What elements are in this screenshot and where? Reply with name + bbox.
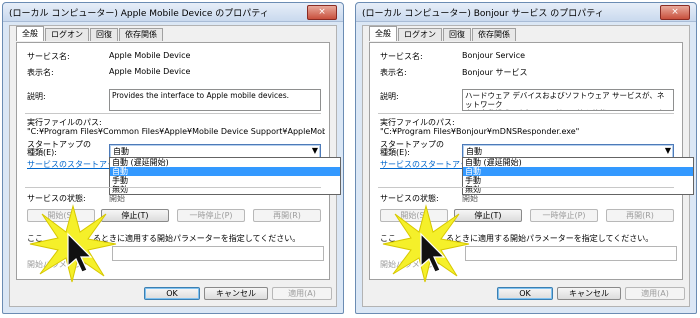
tab-logon[interactable]: ログオン [45,28,89,41]
chevron-down-icon: ▼ [311,146,318,155]
service-status-label: サービスの状態: [27,194,86,203]
service-name-value: Bonjour Service [462,51,526,60]
display-name-value: Bonjour サービス [462,68,528,77]
cancel-button[interactable]: キャンセル [557,287,621,300]
divider [378,113,674,114]
start-parameters-input[interactable] [112,246,324,261]
startup-type-label: スタートアップの 種類(E): [27,140,91,157]
ok-button[interactable]: OK [144,287,200,300]
startup-type-label: スタートアップの 種類(E): [380,140,444,157]
close-icon: × [318,7,326,17]
service-name-value: Apple Mobile Device [109,51,191,60]
service-status-label: サービスの状態: [380,194,439,203]
tab-general[interactable]: 全般 [369,26,397,41]
service-name-label: サービス名: [27,52,70,61]
click-burst-icon [382,204,470,283]
tab-logon[interactable]: ログオン [398,28,442,41]
tab-recovery[interactable]: 回復 [90,28,118,41]
param-hint: るときに適用する開始パラメーターを指定してください。 [446,234,654,243]
startup-type-dropdown: 自動 (遅延開始) 自動 手動 無効 [462,157,694,195]
startup-option[interactable]: 手動 [463,176,693,185]
click-burst-icon [29,204,117,283]
startup-option[interactable]: 自動 [110,167,340,176]
title-bar: (ローカル コンピューター) Apple Mobile Device のプロパテ… [3,3,343,22]
startup-type-dropdown: 自動 (遅延開始) 自動 手動 無効 [109,157,341,195]
properties-dialog-apple-mobile-device: (ローカル コンピューター) Apple Mobile Device のプロパテ… [2,2,344,314]
service-name-label: サービス名: [380,52,423,61]
tab-general[interactable]: 全般 [16,26,44,41]
window-title: (ローカル コンピューター) Bonjour サービス のプロパティ [362,9,604,19]
close-button[interactable]: × [660,5,690,20]
display-name-label: 表示名: [27,68,54,77]
startup-type-value: 自動 [466,147,482,156]
exe-path-value: "C:¥Program Files¥Common Files¥Apple¥Mob… [27,127,325,136]
param-hint: るときに適用する開始パラメーターを指定してください。 [93,234,301,243]
title-bar: (ローカル コンピューター) Bonjour サービス のプロパティ × [356,3,696,22]
description-label: 説明: [380,92,399,101]
window-title: (ローカル コンピューター) Apple Mobile Device のプロパテ… [9,9,269,19]
tab-dependencies[interactable]: 依存関係 [119,28,163,41]
description-box[interactable]: Provides the interface to Apple mobile d… [109,89,321,111]
close-button[interactable]: × [307,5,337,20]
startup-option[interactable]: 自動 (遅延開始) [463,158,693,167]
service-status-value: 開始 [462,194,478,203]
startup-option[interactable]: 手動 [110,176,340,185]
tab-strip: 全般 ログオン 回復 依存関係 [369,26,517,42]
display-name-value: Apple Mobile Device [109,67,191,76]
apply-button[interactable]: 適用(A) [272,287,332,300]
dialog-body: 全般 ログオン 回復 依存関係 サービス名: Apple Mobile Devi… [9,25,341,307]
display-name-label: 表示名: [380,68,407,77]
exe-path-value: "C:¥Program Files¥Bonjour¥mDNSResponder.… [380,127,580,136]
startup-option[interactable]: 自動 (遅延開始) [110,158,340,167]
close-icon: × [671,7,679,17]
description-label: 説明: [27,92,46,101]
divider [25,187,321,188]
properties-dialog-bonjour: (ローカル コンピューター) Bonjour サービス のプロパティ × 全般 … [355,2,697,314]
ok-button[interactable]: OK [497,287,553,300]
startup-type-value: 自動 [113,147,129,156]
tab-strip: 全般 ログオン 回復 依存関係 [16,26,164,42]
pause-button[interactable]: 一時停止(P) [177,209,245,222]
pause-button[interactable]: 一時停止(P) [530,209,598,222]
service-status-value: 開始 [109,194,125,203]
resume-button[interactable]: 再開(R) [253,209,321,222]
start-parameters-input[interactable] [465,246,677,261]
resume-button[interactable]: 再開(R) [606,209,674,222]
startup-option[interactable]: 自動 [463,167,693,176]
tab-dependencies[interactable]: 依存関係 [472,28,516,41]
description-box[interactable]: ハードウェア デバイスおよびソフトウェア サービスが、ネットワーク 上で自動構成… [462,89,674,111]
cancel-button[interactable]: キャンセル [204,287,268,300]
chevron-down-icon: ▼ [664,146,671,155]
apply-button[interactable]: 適用(A) [625,287,685,300]
tab-recovery[interactable]: 回復 [443,28,471,41]
divider [378,187,674,188]
divider [25,113,321,114]
dialog-body: 全般 ログオン 回復 依存関係 サービス名: Bonjour Service 表… [362,25,694,307]
